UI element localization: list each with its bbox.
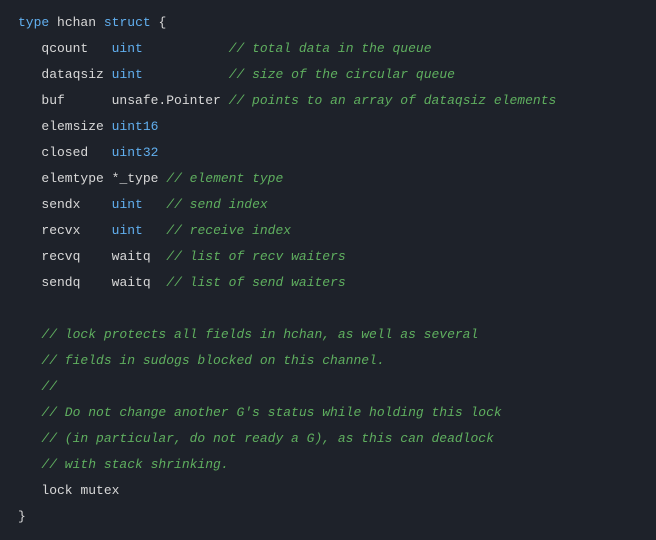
type-ptr-type: *_type [112, 171, 159, 186]
type-uint: uint [112, 197, 143, 212]
code-block: type hchan struct { qcount uint // total… [0, 0, 656, 540]
brace-open: { [158, 15, 166, 30]
type-uint16: uint16 [112, 119, 159, 134]
field-lock: lock [41, 483, 72, 498]
field-buf: buf [41, 93, 64, 108]
type-unsafe-pointer: unsafe.Pointer [112, 93, 221, 108]
comment-block: // [41, 379, 57, 394]
field-qcount: qcount [41, 41, 88, 56]
field-elemsize: elemsize [41, 119, 103, 134]
field-recvq: recvq [41, 249, 80, 264]
field-sendx: sendx [41, 197, 80, 212]
type-uint: uint [112, 41, 143, 56]
keyword-struct: struct [104, 15, 151, 30]
comment-block: // lock protects all fields in hchan, as… [41, 327, 478, 342]
brace-close: } [18, 509, 26, 524]
comment: // send index [166, 197, 267, 212]
type-waitq: waitq [112, 275, 151, 290]
type-uint32: uint32 [112, 145, 159, 160]
field-dataqsiz: dataqsiz [41, 67, 103, 82]
comment: // size of the circular queue [229, 67, 455, 82]
keyword-type: type [18, 15, 49, 30]
comment-block: // (in particular, do not ready a G), as… [41, 431, 493, 446]
type-uint: uint [112, 223, 143, 238]
type-uint: uint [112, 67, 143, 82]
comment: // receive index [166, 223, 291, 238]
field-elemtype: elemtype [41, 171, 103, 186]
comment-block: // with stack shrinking. [41, 457, 228, 472]
field-sendq: sendq [41, 275, 80, 290]
comment-block: // Do not change another G's status whil… [41, 405, 501, 420]
comment-block: // fields in sudogs blocked on this chan… [41, 353, 384, 368]
ident-hchan: hchan [57, 15, 96, 30]
field-closed: closed [41, 145, 88, 160]
type-mutex: mutex [80, 483, 119, 498]
comment: // points to an array of dataqsiz elemen… [229, 93, 557, 108]
type-waitq: waitq [112, 249, 151, 264]
comment: // element type [166, 171, 283, 186]
field-recvx: recvx [41, 223, 80, 238]
comment: // list of recv waiters [166, 249, 345, 264]
comment: // list of send waiters [166, 275, 345, 290]
comment: // total data in the queue [229, 41, 432, 56]
